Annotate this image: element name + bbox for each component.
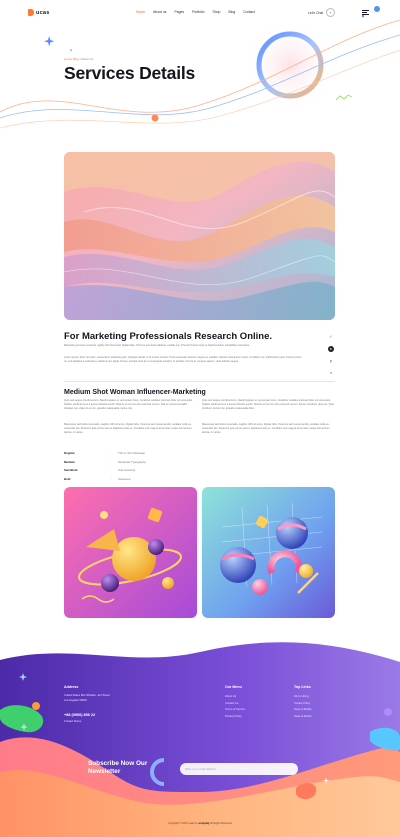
address-text: United States Bnk Whiteliu, Jert Street … (64, 694, 144, 703)
lets-chat-label: Let's Chat (308, 10, 324, 15)
content-subtitle: Medium Shot Woman Influencer-Marketing (64, 389, 206, 396)
gallery-image-1[interactable] (64, 487, 197, 618)
address-line: Los Angeles 90026 (64, 698, 87, 702)
menu-icon[interactable] (362, 10, 369, 15)
page-title: Services Details (64, 63, 196, 83)
spec-separator: - (111, 468, 112, 473)
nav-home[interactable]: Home (136, 10, 145, 14)
spec-key: Medium (64, 459, 75, 464)
top-links-title: Top Links (294, 685, 311, 689)
newsletter-email-input[interactable]: Write your email address... (180, 763, 298, 775)
nav-contact[interactable]: Contact (243, 10, 255, 14)
pinterest-icon[interactable]: p (328, 358, 334, 364)
logo-text: ucas (36, 9, 50, 16)
body-paragraph: Lorem ipsum dolor sit amet, consectetur … (64, 356, 302, 364)
footer-link[interactable]: About Us (225, 695, 245, 698)
footer-link[interactable]: We're Hiring (294, 695, 311, 698)
nav-about[interactable]: About us (153, 10, 166, 14)
our-menu-links: About Us Contact Us Terms of Service Pri… (225, 695, 245, 718)
subscribe-title: Subscribe Now Our Newsletter (88, 760, 148, 775)
address-title: Address (64, 685, 79, 689)
spec-row: Medium - Moderate Typography (64, 458, 146, 467)
nav-pages[interactable]: Pages (174, 10, 184, 14)
breadcrumb-home[interactable]: Home Blog (64, 57, 79, 61)
footer-background (0, 642, 400, 837)
footer-link[interactable]: Privacy Policy (225, 715, 245, 718)
site-header: ucas Home About us Pages Portfolio Shop … (0, 0, 400, 26)
breadcrumb: Home Blog / About Us (64, 57, 94, 61)
plus-icon: + (326, 8, 336, 17)
copyright: Copyright © 2023 made by ucasplay All Ri… (0, 822, 400, 825)
spec-row: Bold - Awesome (64, 475, 146, 484)
copyright-brand[interactable]: ucasplay (199, 822, 210, 825)
our-menu-title: Our Menu (225, 685, 242, 689)
spec-key: SemiBold (64, 468, 78, 473)
typography-specs: Regular - This is Text Message Medium - … (64, 449, 146, 483)
nav-portfolio[interactable]: Portfolio (192, 10, 204, 14)
spec-value: This is Text Message (118, 451, 145, 456)
column-1-paragraph-2: Maecenas sed tellus venenatis, sagittis … (64, 423, 192, 435)
footer-link[interactable]: News & Media (294, 708, 311, 711)
footer-link[interactable]: Cookie Policy (294, 702, 311, 705)
top-links: We're Hiring Cookie Policy News & Media … (294, 695, 311, 718)
footer-link[interactable]: News & Media (294, 715, 311, 718)
footer-link[interactable]: Contact Us (225, 702, 245, 705)
featured-image (64, 152, 335, 320)
main-nav: Home About us Pages Portfolio Shop Blog … (136, 10, 255, 14)
x-icon[interactable]: x (328, 370, 334, 376)
facebook-icon[interactable]: f (328, 334, 334, 340)
spec-value: Moderate Typography (118, 459, 147, 464)
divider (64, 381, 335, 382)
lets-chat-button[interactable]: Let's Chat + (308, 8, 336, 17)
footer-phone[interactable]: +88 (0900) 856 22 (64, 713, 95, 717)
gallery-image-2[interactable] (202, 487, 335, 618)
spec-key: Regular (64, 451, 75, 456)
copyright-prefix: Copyright © 2023 made by (168, 822, 198, 825)
share-icons: f in p x (328, 334, 334, 376)
spec-row: SemiBold - Just Amazing (64, 466, 146, 475)
spec-value: Awesome (118, 476, 131, 481)
spec-separator: - (111, 451, 112, 456)
spec-value: Just Amazing (118, 468, 136, 473)
column-1-paragraph-1: Quis sed augue condimentum, blandit sapi… (64, 399, 193, 411)
breadcrumb-current: About Us (81, 57, 94, 61)
spec-key: Bold (64, 476, 71, 481)
spec-separator: - (111, 459, 112, 464)
column-2-paragraph-1: Quis sed augue condimentum, blandit sapi… (202, 399, 334, 411)
logo-icon (28, 9, 34, 16)
spec-row: Regular - This is Text Message (64, 449, 146, 458)
spec-separator: - (111, 476, 112, 481)
nav-shop[interactable]: Shop (213, 10, 221, 14)
intro-paragraph: Marketing services contacts, agility wit… (64, 344, 250, 347)
content-title: For Marketing Professionals Research Onl… (64, 331, 273, 342)
nav-blog[interactable]: Blog (228, 10, 235, 14)
footer-link[interactable]: Terms of Service (225, 708, 245, 711)
copyright-suffix: All Rights Reserved (209, 822, 232, 825)
logo[interactable]: ucas (28, 9, 50, 16)
column-2-paragraph-2: Maecenas sed tellus venenatis, sagittis … (202, 423, 330, 435)
footer-contact[interactable]: Contact Room (64, 720, 81, 723)
linkedin-icon[interactable]: in (328, 346, 334, 352)
